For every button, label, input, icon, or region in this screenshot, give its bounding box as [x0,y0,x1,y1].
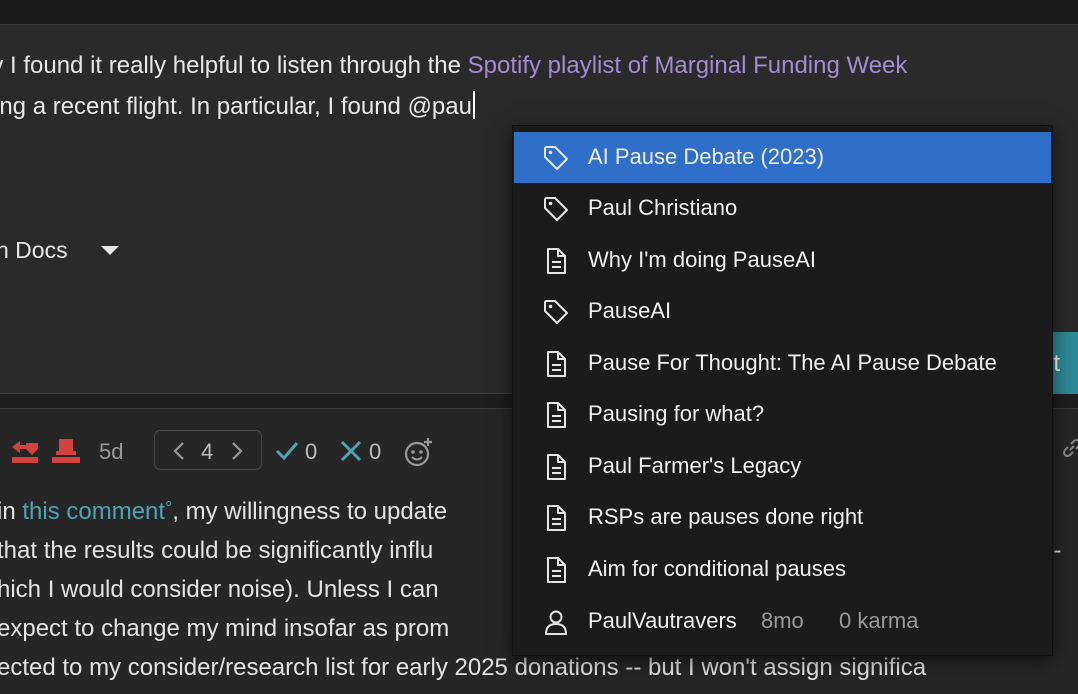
agree-check-icon[interactable] [274,438,300,464]
document-icon [547,402,566,428]
comment-line-3: hich I would consider noise). Unless I c… [0,576,439,603]
comment-line-5: ected to my consider/research list for e… [0,654,927,681]
mention-item[interactable]: Why I'm doing PauseAI [514,235,1051,286]
tag-icon [544,300,568,324]
chevron-right-icon[interactable] [229,442,245,460]
comment-age: 5d [99,439,124,464]
editor-text: ring a recent flight. In particular, I f… [0,93,472,120]
mention-item-label: RSPs are pauses done right [588,504,864,529]
add-reaction-icon[interactable] [403,436,435,468]
editor-text: ly I found it really helpful to listen t… [0,52,468,79]
editor-line-2: ring a recent flight. In particular, I f… [0,91,475,121]
agree-count: 0 [305,439,318,464]
mention-item-label: PaulVautravers [588,608,737,633]
document-icon [547,351,566,377]
disagree-x-icon[interactable] [339,439,363,463]
mention-item-label: PauseAI [588,298,672,323]
tag-icon [544,146,568,170]
chevron-left-icon[interactable] [171,442,187,460]
user-icon [545,610,567,635]
mention-item[interactable]: AI Pause Debate (2023) [514,132,1051,183]
mention-item[interactable]: Pause For Thought: The AI Pause Debate [514,338,1051,389]
comment-text: in [0,498,16,525]
chevron-down-icon[interactable] [101,246,119,255]
comment-text: , my willingness to update [172,498,448,525]
disagree-count: 0 [369,439,382,464]
editor-line-1: ly I found it really helpful to listen t… [0,52,907,80]
comment-line-4: expect to change my mind insofar as prom [0,615,450,642]
mention-item[interactable]: Pausing for what? [514,389,1051,440]
document-icon [547,454,566,480]
mention-item[interactable]: PauseAI [514,286,1051,337]
mention-dropdown: AI Pause Debate (2023) Paul Christiano W… [512,125,1053,656]
text-caret [472,91,475,119]
comment-navigation: 4 [154,430,262,470]
mention-item[interactable]: Paul Farmer's Legacy [514,441,1051,492]
top-bar [0,0,1078,25]
comment-line-1: in this comment°, my willingness to upda… [0,498,447,526]
strong-downvote-icon[interactable] [51,437,81,465]
mention-item[interactable]: Paul Christiano [514,183,1051,234]
mention-item-label: Paul Christiano [588,195,738,220]
document-icon [547,248,566,274]
user-account-age: 8mo [761,608,804,633]
mention-item-label: Why I'm doing PauseAI [588,247,816,272]
mention-item-label: Paul Farmer's Legacy [588,453,802,478]
document-icon [547,557,566,583]
spotify-playlist-link[interactable]: Spotify playlist of Marginal Funding Wee… [468,52,908,79]
document-icon [547,505,566,531]
mention-item-label: AI Pause Debate (2023) [588,144,825,169]
mention-item-label: Aim for conditional pauses [588,556,847,581]
comment-line-2: that the results could be significantly … [0,537,434,564]
mention-item-label: Pause For Thought: The AI Pause Debate [588,350,997,375]
tag-icon [544,197,568,221]
this-comment-link[interactable]: this comment [22,498,165,525]
link-icon[interactable] [1060,436,1078,460]
mention-item[interactable]: RSPs are pauses done right [514,492,1051,543]
nav-count: 4 [201,439,214,464]
docs-selector-label[interactable]: n Docs [0,237,68,264]
mention-item-label: Pausing for what? [588,401,765,426]
user-karma: 0 karma [839,608,919,633]
mention-item-user[interactable]: PaulVautravers 8mo 0 karma [514,596,1051,647]
mention-item[interactable]: Aim for conditional pauses [514,544,1051,595]
downvote-icon[interactable] [10,437,40,465]
